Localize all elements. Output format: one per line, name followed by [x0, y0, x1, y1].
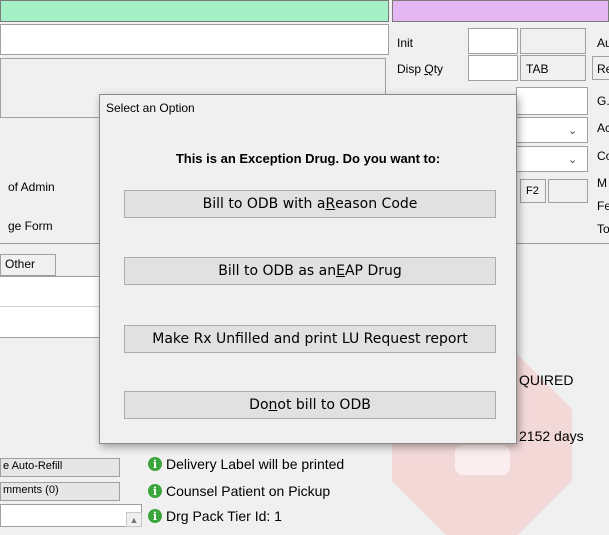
init-input[interactable] [468, 28, 518, 54]
do-not-bill-button[interactable]: Do n ot bill to ODB [124, 391, 496, 419]
top-pink-panel [392, 0, 609, 22]
status-message: i Counsel Patient on Pickup [148, 483, 330, 499]
far-right-label-co: Co [597, 149, 609, 163]
far-right-label-fe: Fe [597, 199, 609, 213]
far-right-label-ac: Ac [597, 121, 609, 135]
info-icon: i [148, 484, 162, 498]
disp-qty-input[interactable] [468, 55, 518, 81]
disp-qty-label-post: ty [433, 62, 444, 76]
button-label: ot bill to ODB [277, 397, 371, 413]
info-icon: i [148, 509, 162, 523]
chevron-down-icon[interactable]: ⌄ [568, 124, 577, 137]
select-option-dialog: Select an Option This is an Exception Dr… [99, 94, 517, 444]
comments-button[interactable]: mments (0) [0, 482, 120, 501]
status-message: i Delivery Label will be printed [148, 456, 344, 472]
far-right-button-re[interactable]: Re [592, 56, 609, 80]
dialog-heading: This is an Exception Drug. Do you want t… [175, 151, 441, 166]
status-message-text: Delivery Label will be printed [166, 456, 345, 472]
dialog-title: Select an Option [106, 101, 195, 115]
f2-button[interactable]: F2 [520, 179, 546, 203]
route-of-admin-label: of Admin [8, 180, 55, 194]
bill-with-reason-code-button[interactable]: Bill to ODB with a Reason Code [124, 190, 496, 218]
init-readonly-field [520, 28, 586, 54]
status-message-text: Drg Pack Tier Id: 1 [166, 508, 282, 524]
required-text: QUIRED [519, 372, 574, 388]
status-message: i Drg Pack Tier Id: 1 [148, 508, 282, 524]
button-label: AP Drug [344, 263, 402, 279]
button-label: eason Code [335, 196, 418, 212]
button-label: Bill to ODB as an [218, 263, 337, 279]
top-green-panel [0, 0, 389, 22]
status-message-text: Counsel Patient on Pickup [166, 483, 331, 499]
dosage-form-label: ge Form [8, 219, 53, 233]
button-accelerator: n [268, 397, 278, 413]
button-accelerator: R [325, 196, 336, 212]
auto-refill-button[interactable]: e Auto-Refill [0, 458, 120, 477]
comments-list[interactable] [0, 504, 142, 527]
button-label: Bill to ODB with a [202, 196, 326, 212]
far-right-label-m: M [597, 176, 607, 190]
button-label: Do [249, 397, 269, 413]
unit-field: TAB [520, 55, 586, 81]
chevron-down-icon[interactable]: ⌄ [568, 153, 577, 166]
tab-other[interactable]: Other [0, 254, 56, 276]
far-right-label-g: G. [597, 94, 609, 108]
left-top-field[interactable] [0, 24, 389, 55]
bill-as-eap-drug-button[interactable]: Bill to ODB as an E AP Drug [124, 257, 496, 285]
scroll-up-arrow-icon[interactable]: ▲ [126, 512, 142, 527]
disp-qty-label-underline: Q [424, 62, 434, 76]
make-rx-unfilled-button[interactable]: Make Rx Unfilled and print LU Request re… [124, 325, 496, 353]
right-input-1[interactable] [516, 87, 588, 115]
init-label: Init [397, 36, 414, 50]
button-accelerator: E [336, 263, 345, 279]
far-right-label-to: To [597, 222, 609, 236]
disp-qty-label-pre: Disp [397, 62, 425, 76]
far-right-label-au: Au [597, 36, 609, 50]
button-label: Make Rx Unfilled and print LU Request re… [152, 331, 468, 347]
info-icon: i [148, 457, 162, 471]
stop-sign-inner [455, 445, 510, 475]
f2-field [548, 179, 588, 203]
disp-qty-label: Disp Qty [397, 62, 443, 76]
days-text: 2152 days [519, 428, 584, 444]
